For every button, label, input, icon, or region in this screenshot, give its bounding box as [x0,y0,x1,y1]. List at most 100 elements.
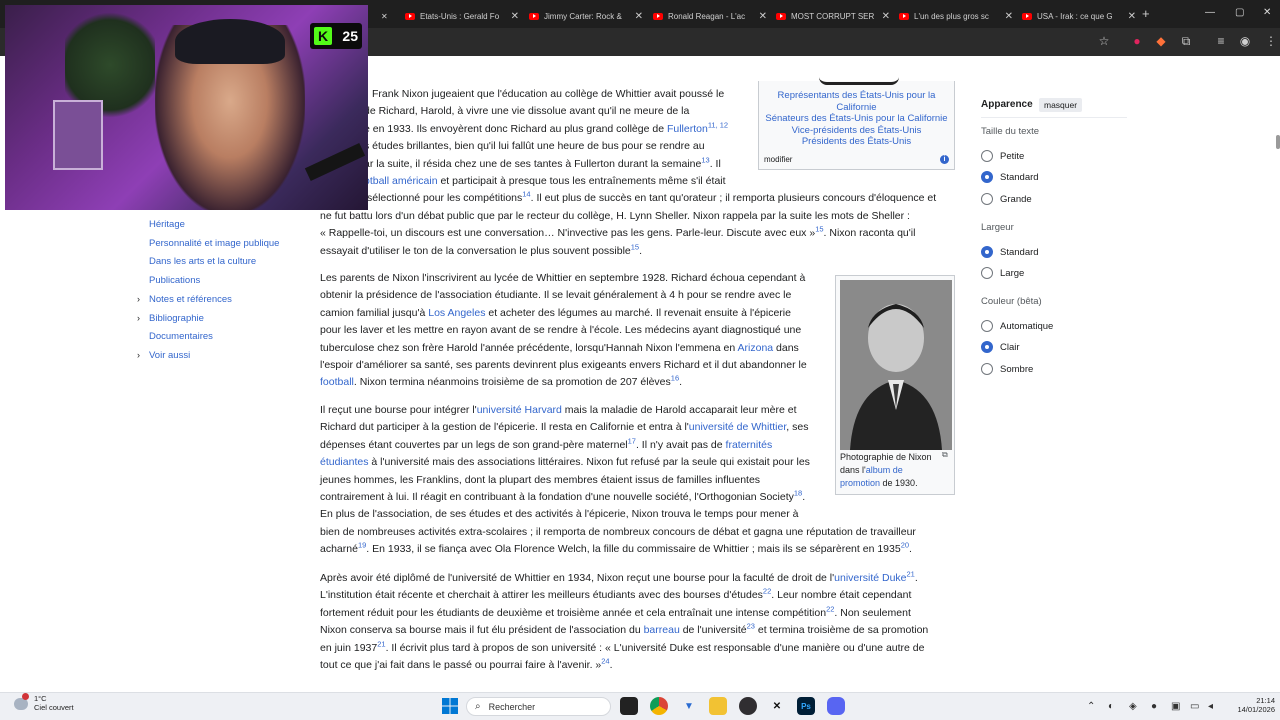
caption-link[interactable]: album de [866,465,903,475]
tab-close-icon[interactable]: ✕ [635,11,643,22]
close-window-icon[interactable]: ✕ [1263,7,1271,18]
article-link[interactable]: Los Angeles [428,307,485,319]
radio-icon[interactable] [981,193,993,205]
toc-item[interactable]: Voir aussi [149,350,190,361]
toc-item[interactable]: Personnalité et image publique [149,238,279,249]
tray-app-icon[interactable]: ◐ [1108,701,1114,712]
width-standard-option[interactable]: Standard [981,246,1039,258]
tray-overflow-icon[interactable]: ⌃ [1087,701,1095,712]
taskbar-search[interactable]: ⌕ Rechercher [466,697,611,716]
toc-item[interactable]: Dans les arts et la culture [149,256,256,267]
radio-icon[interactable] [981,363,993,375]
tab-close-icon[interactable]: ✕ [381,5,393,27]
color-auto-option[interactable]: Automatique [981,320,1053,332]
radio-selected-icon[interactable] [981,171,993,183]
article-link[interactable]: fraternités [726,439,773,451]
text-size-standard-option[interactable]: Standard [981,171,1039,183]
browser-tab[interactable]: Jimmy Carter: Rock & ✕ [529,5,649,27]
reference-link[interactable]: 21 [907,570,915,579]
chevron-right-icon[interactable]: › [137,313,140,323]
color-dark-option[interactable]: Sombre [981,363,1033,375]
profile-icon[interactable]: ◉ [1238,34,1252,48]
network-icon[interactable]: ▭ [1190,701,1199,712]
article-link[interactable]: Arizona [738,342,774,354]
toc-item[interactable]: Notes et références [149,294,232,305]
obs-icon[interactable] [739,697,757,715]
capcut-icon[interactable]: ✕ [768,697,786,715]
article-link[interactable]: football [320,376,354,388]
weather-widget[interactable]: 1°C Ciel couvert [34,694,74,712]
tab-close-icon[interactable]: ✕ [1005,11,1013,22]
text-size-small-option[interactable]: Petite [981,150,1024,162]
tab-close-icon[interactable]: ✕ [882,11,890,22]
browser-menu-icon[interactable]: ⋮ [1264,34,1278,48]
tab-close-icon[interactable]: ✕ [511,11,519,22]
reference-link[interactable]: 14 [522,190,530,199]
extension-fox-icon[interactable]: ◆ [1154,34,1168,48]
caption-link[interactable]: promotion [840,478,880,488]
width-large-option[interactable]: Large [981,267,1024,279]
text-size-large-option[interactable]: Grande [981,193,1032,205]
reference-link[interactable]: 16 [671,374,679,383]
article-link[interactable]: étudiantes [320,456,368,468]
vpn-icon[interactable]: ▼ [680,697,698,715]
windows-start-icon[interactable] [441,697,459,715]
new-tab-button[interactable]: + [1142,6,1150,21]
media-controls-icon[interactable]: ≡ [1214,34,1228,48]
reference-link[interactable]: 20 [901,541,909,550]
extension-red-icon[interactable]: ● [1130,34,1144,48]
article-link[interactable]: barreau [644,624,680,636]
tab-close-icon[interactable]: ✕ [759,11,767,22]
reference-link[interactable]: 15 [815,225,823,234]
browser-tab[interactable]: L'un des plus gros sc ✕ [899,5,1019,27]
tray-app-icon[interactable]: ◈ [1129,701,1137,712]
toc-item[interactable]: Documentaires [149,331,213,342]
reference-link[interactable]: 11, 12 [708,120,728,129]
radio-icon[interactable] [981,150,993,162]
tray-app-icon[interactable]: ▣ [1171,701,1180,712]
reference-link[interactable]: 23 [747,622,755,631]
reference-link[interactable]: 22 [763,587,771,596]
browser-tab[interactable]: MOST CORRUPT SER ✕ [776,5,896,27]
file-explorer-icon[interactable] [709,697,727,715]
minimize-icon[interactable]: — [1205,7,1215,18]
nixon-photo[interactable] [840,280,952,450]
article-link[interactable]: université Duke [834,572,906,584]
photoshop-icon[interactable]: Ps [797,697,815,715]
chrome-icon[interactable] [650,697,668,715]
browser-tab[interactable]: Etats-Unis : Gerald Fo ✕ [405,5,525,27]
taskbar-clock[interactable]: 21:14 14/01/2026 [1225,696,1275,714]
browser-tab[interactable]: Ronald Reagan - L'ac ✕ [653,5,773,27]
radio-icon[interactable] [981,320,993,332]
reference-link[interactable]: 13 [701,155,709,164]
radio-selected-icon[interactable] [981,341,993,353]
microphone-icon[interactable]: ● [1151,701,1157,712]
article-link[interactable]: otball américain [364,175,438,187]
volume-icon[interactable]: ◂ [1208,701,1213,712]
scrollbar-thumb[interactable] [1276,135,1280,149]
toc-item[interactable]: Héritage [149,219,185,230]
chevron-right-icon[interactable]: › [137,294,140,304]
article-link[interactable]: université de Whittier [689,421,786,433]
discord-icon[interactable] [827,697,845,715]
reference-link[interactable]: 21 [377,639,385,648]
toc-item[interactable]: Publications [149,275,200,286]
tab-close-icon[interactable]: ✕ [1128,11,1136,22]
task-view-icon[interactable] [620,697,638,715]
extensions-puzzle-icon[interactable]: ⧉ [1179,34,1193,48]
reference-link[interactable]: 15 [631,242,639,251]
article-link[interactable]: Fullerton [667,123,708,135]
hide-appearance-button[interactable]: masquer [1039,98,1083,112]
maximize-icon[interactable]: ▢ [1235,7,1244,18]
browser-tab[interactable]: USA - Irak : ce que G ✕ [1022,5,1142,27]
toc-item[interactable]: Bibliographie [149,313,204,324]
color-light-option[interactable]: Clair [981,341,1020,353]
bookmark-star-icon[interactable]: ☆ [1097,34,1111,48]
reference-link[interactable]: 18 [794,488,802,497]
radio-selected-icon[interactable] [981,246,993,258]
article-link[interactable]: université Harvard [477,404,562,416]
radio-icon[interactable] [981,267,993,279]
reference-link[interactable]: 24 [601,656,609,665]
chevron-right-icon[interactable]: › [137,350,140,360]
reference-link[interactable]: 17 [628,436,636,445]
